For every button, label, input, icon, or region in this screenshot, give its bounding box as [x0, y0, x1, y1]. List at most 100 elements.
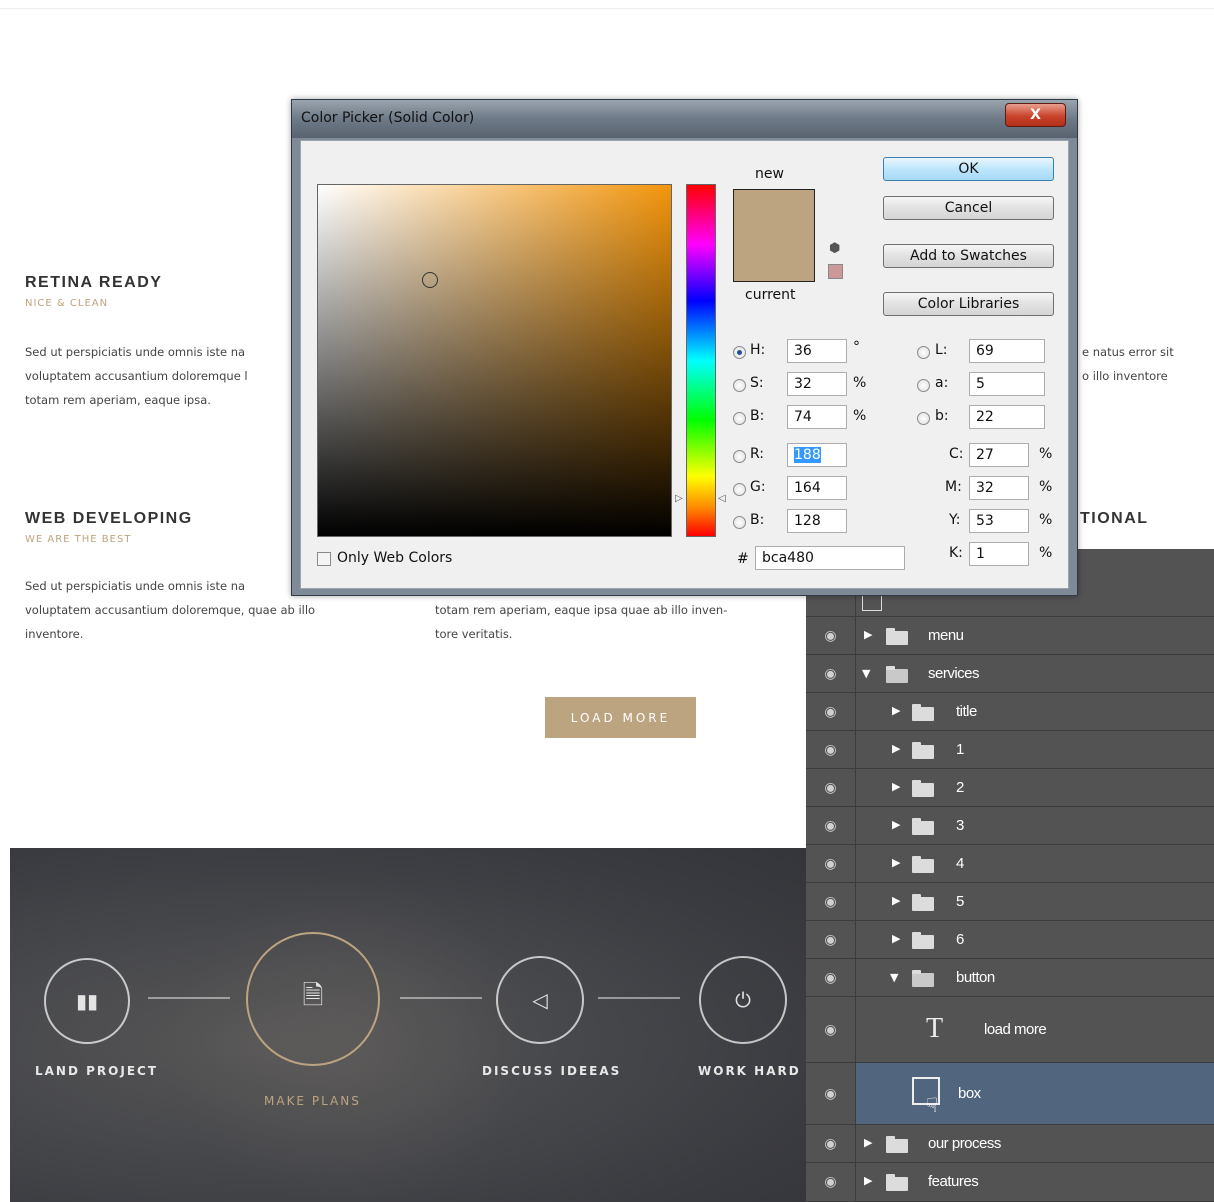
layer-row[interactable]: ◉ ▶ 6 — [806, 921, 1214, 959]
hue-slider-arrow-right-icon[interactable]: ◁ — [718, 493, 726, 504]
cyan-input[interactable]: 27 — [969, 443, 1029, 467]
blue-radio[interactable] — [733, 516, 746, 529]
hue-radio[interactable] — [733, 346, 746, 359]
collapse-triangle-icon[interactable]: ▼ — [890, 971, 898, 984]
gamut-warning-cube-icon[interactable]: ⬢ — [829, 241, 840, 256]
eye-icon[interactable]: ◉ — [806, 959, 856, 996]
eye-icon[interactable]: ◉ — [806, 845, 856, 882]
layer-row-selected[interactable]: ◉ ☟ box — [806, 1063, 1214, 1125]
layer-name: services — [928, 665, 980, 682]
land-project-circle[interactable]: ▮▮ — [44, 958, 130, 1044]
green-radio[interactable] — [733, 483, 746, 496]
layer-name: features — [928, 1173, 979, 1190]
color-field-marker[interactable] — [422, 272, 438, 288]
layer-row[interactable]: ◉ ▼ services — [806, 655, 1214, 693]
eye-icon[interactable]: ◉ — [806, 731, 856, 768]
blue-input[interactable]: 128 — [787, 509, 847, 533]
hue-slider[interactable] — [686, 184, 716, 537]
brightness-label: B: — [750, 408, 765, 424]
layer-row[interactable]: ◉ ▶ our process — [806, 1125, 1214, 1163]
layer-row[interactable]: ◉ ▶ 1 — [806, 731, 1214, 769]
green-input[interactable]: 164 — [787, 476, 847, 500]
eye-icon[interactable]: ◉ — [806, 769, 856, 806]
web-safe-swatch-icon[interactable] — [828, 264, 843, 279]
lab-a-input[interactable]: 5 — [969, 372, 1045, 396]
saturation-radio[interactable] — [733, 379, 746, 392]
hand-cursor-icon: ☟ — [926, 1093, 939, 1117]
expand-triangle-icon[interactable]: ▶ — [864, 1136, 872, 1149]
eye-icon[interactable]: ◉ — [806, 693, 856, 730]
red-input[interactable]: 188 — [787, 443, 847, 467]
lab-l-input[interactable]: 69 — [969, 339, 1045, 363]
close-button[interactable]: X — [1005, 103, 1066, 127]
expand-triangle-icon[interactable]: ▶ — [892, 894, 900, 907]
folder-icon — [912, 780, 934, 797]
saturation-input[interactable]: 32 — [787, 372, 847, 396]
layer-row[interactable]: ◉ T load more — [806, 997, 1214, 1063]
make-plans-circle[interactable]: 🗎 — [246, 932, 380, 1066]
expand-triangle-icon[interactable]: ▶ — [864, 1174, 872, 1187]
new-color-swatch — [734, 190, 814, 236]
cancel-button[interactable]: Cancel — [883, 196, 1054, 220]
text-line: tore veritatis. — [435, 627, 513, 641]
eye-icon[interactable]: ◉ — [806, 807, 856, 844]
layer-row[interactable]: ◉ ▶ 5 — [806, 883, 1214, 921]
lab-a-radio[interactable] — [917, 379, 930, 392]
layer-row[interactable]: ◉ ▶ features — [806, 1163, 1214, 1202]
layer-name: our process — [928, 1135, 1001, 1152]
step-label: WORK HARD — [698, 1064, 801, 1078]
eye-icon[interactable]: ◉ — [806, 1163, 856, 1201]
color-swatch — [733, 189, 815, 282]
discuss-ideas-circle[interactable]: ◁ — [496, 956, 584, 1044]
layer-name: button — [956, 969, 995, 986]
feature-text: Sed ut perspiciatis unde omnis iste na v… — [25, 340, 248, 412]
red-radio[interactable] — [733, 450, 746, 463]
ok-button[interactable]: OK — [883, 157, 1054, 181]
hue-input[interactable]: 36 — [787, 339, 847, 363]
color-libraries-button[interactable]: Color Libraries — [883, 292, 1054, 316]
layer-row[interactable]: ◉ ▶ 2 — [806, 769, 1214, 807]
lab-b-radio[interactable] — [917, 412, 930, 425]
expand-triangle-icon[interactable]: ▶ — [892, 704, 900, 717]
work-hard-circle[interactable]: ⏻ — [699, 956, 787, 1044]
only-web-colors-label[interactable]: Only Web Colors — [337, 550, 452, 566]
eye-icon[interactable]: ◉ — [806, 1125, 856, 1162]
black-label: K: — [949, 545, 963, 561]
expand-triangle-icon[interactable]: ▶ — [864, 628, 872, 641]
lab-b-input[interactable]: 22 — [969, 405, 1045, 429]
collapse-triangle-icon[interactable]: ▼ — [862, 667, 870, 680]
layer-row[interactable]: ◉ ▶ 4 — [806, 845, 1214, 883]
saturation-brightness-field[interactable] — [317, 184, 672, 537]
expand-triangle-icon[interactable]: ▶ — [892, 856, 900, 869]
eye-icon[interactable]: ◉ — [806, 617, 856, 654]
hue-slider-arrow-left-icon[interactable]: ▷ — [675, 493, 683, 504]
magenta-input[interactable]: 32 — [969, 476, 1029, 500]
eye-icon[interactable]: ◉ — [806, 655, 856, 692]
add-to-swatches-button[interactable]: Add to Swatches — [883, 244, 1054, 268]
only-web-colors-checkbox[interactable] — [317, 552, 331, 566]
eye-icon[interactable]: ◉ — [806, 883, 856, 920]
brightness-input[interactable]: 74 — [787, 405, 847, 429]
expand-triangle-icon[interactable]: ▶ — [892, 818, 900, 831]
dialog-titlebar[interactable]: Color Picker (Solid Color) X — [292, 100, 1077, 138]
books-icon: ▮▮ — [75, 989, 98, 1013]
layer-row[interactable]: ◉ ▼ button — [806, 959, 1214, 997]
expand-triangle-icon[interactable]: ▶ — [892, 780, 900, 793]
lab-l-radio[interactable] — [917, 346, 930, 359]
hex-input[interactable]: bca480 — [755, 546, 905, 570]
expand-triangle-icon[interactable]: ▶ — [892, 742, 900, 755]
black-input[interactable]: 1 — [969, 542, 1029, 566]
brightness-radio[interactable] — [733, 412, 746, 425]
layer-row[interactable]: ◉ ▶ menu — [806, 617, 1214, 655]
yellow-input[interactable]: 53 — [969, 509, 1029, 533]
current-color-swatch[interactable] — [734, 235, 814, 281]
expand-triangle-icon[interactable]: ▶ — [892, 932, 900, 945]
layer-row[interactable]: ◉ ▶ 3 — [806, 807, 1214, 845]
eye-icon[interactable]: ◉ — [806, 1063, 856, 1124]
eye-icon[interactable]: ◉ — [806, 921, 856, 958]
load-more-button[interactable]: LOAD MORE — [545, 697, 696, 738]
layer-row[interactable]: ◉ ▶ title — [806, 693, 1214, 731]
dialog-body: ▷ ◁ new current ⬢ OK Cancel Add to Swatc… — [300, 140, 1069, 589]
step-label: DISCUSS IDEEAS — [482, 1064, 622, 1078]
eye-icon[interactable]: ◉ — [806, 997, 856, 1062]
